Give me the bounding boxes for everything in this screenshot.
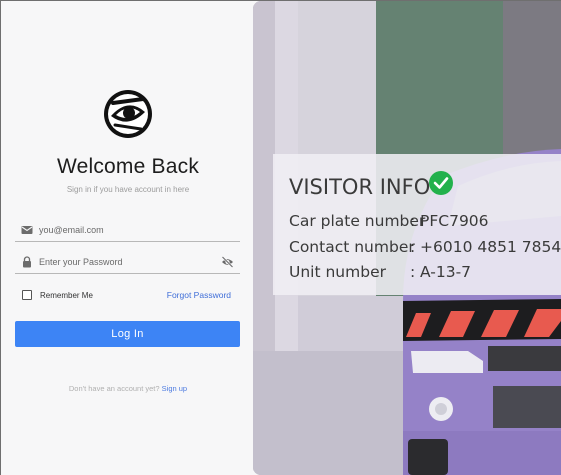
row-value-contact: +6010 4851 7854 bbox=[420, 238, 561, 256]
password-input[interactable] bbox=[39, 254, 219, 270]
row-sep: : bbox=[410, 263, 415, 281]
email-field bbox=[15, 220, 240, 242]
lock-icon bbox=[23, 256, 31, 268]
signup-row: Don't have an account yet? Sign up bbox=[1, 384, 255, 393]
row-value-car-plate: PFC7906 bbox=[420, 212, 489, 230]
email-input[interactable] bbox=[39, 222, 219, 238]
remember-me-checkbox[interactable] bbox=[22, 290, 32, 300]
checkmark-icon bbox=[429, 171, 453, 195]
password-field bbox=[15, 252, 240, 274]
login-panel: Welcome Back Sign in if you have account… bbox=[1, 1, 259, 475]
hero-image: VISITOR INFO Car plate number : PFC7906 … bbox=[253, 1, 561, 475]
row-label-contact: Contact number bbox=[289, 238, 415, 256]
row-sep: : bbox=[410, 212, 415, 230]
page-title: Welcome Back bbox=[56, 155, 200, 178]
visitor-info-title: VISITOR INFO bbox=[289, 175, 430, 199]
eye-off-icon[interactable] bbox=[221, 256, 234, 268]
page-subtitle: Sign in if you have account in here bbox=[66, 185, 190, 194]
eye-logo-icon bbox=[104, 90, 152, 138]
signup-link[interactable]: Sign up bbox=[162, 384, 187, 393]
login-button[interactable]: Log In bbox=[15, 321, 240, 347]
forgot-password-link[interactable]: Forgot Password bbox=[167, 290, 231, 300]
app-window: Welcome Back Sign in if you have account… bbox=[0, 0, 561, 475]
visitor-illustration: VISITOR INFO Car plate number : PFC7906 … bbox=[253, 1, 561, 475]
mail-icon bbox=[21, 226, 33, 234]
row-label-unit: Unit number bbox=[289, 263, 387, 281]
row-sep: : bbox=[410, 238, 415, 256]
remember-me[interactable]: Remember Me bbox=[22, 289, 93, 301]
signup-prompt: Don't have an account yet? bbox=[68, 384, 160, 393]
row-label-car-plate: Car plate number bbox=[289, 212, 426, 230]
remember-me-label: Remember Me bbox=[40, 290, 93, 300]
row-value-unit: A-13-7 bbox=[420, 263, 471, 281]
